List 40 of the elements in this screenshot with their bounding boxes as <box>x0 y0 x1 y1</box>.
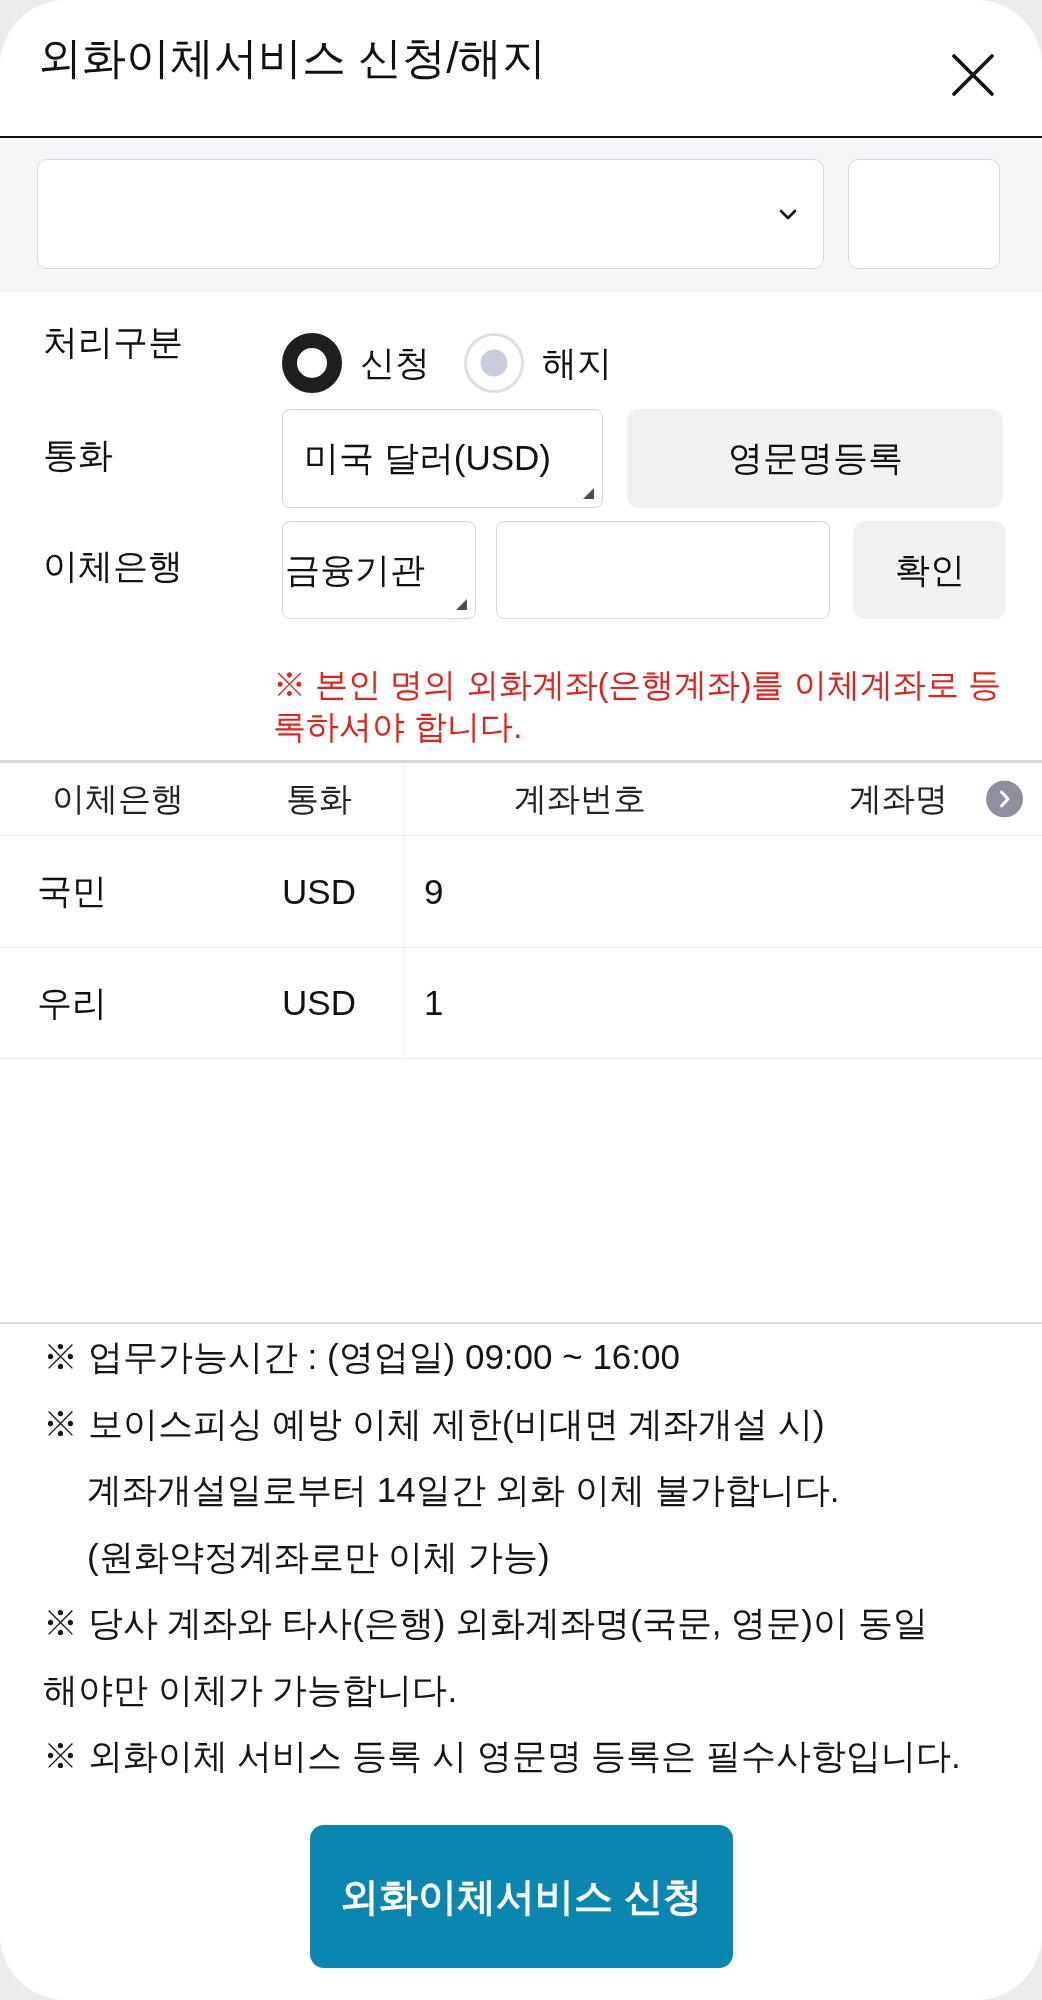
column-header: 계좌번호 <box>513 778 646 819</box>
radio-label: 해지 <box>542 341 612 384</box>
register-name-button[interactable]: 영문명등록 <box>627 409 1003 508</box>
field-label: 이체은행 <box>43 545 184 587</box>
note-text: ※ 외화이체 서비스 등록 시 영문명 등록은 필수사항입니다. <box>43 1735 962 1777</box>
dialog-title: 외화이체서비스 신청/해지 <box>38 32 547 84</box>
table-cell: 1 <box>424 983 444 1023</box>
radio-label: 신청 <box>360 341 430 384</box>
warning-text: ※ 본인 명의 외화계좌(은행계좌)를 이체계좌로 등록하셔야 합니다. <box>273 665 1002 747</box>
note-text: ※ 당사 계좌와 타사(은행) 외화계좌명(국문, 영문)이 동일 <box>43 1602 929 1644</box>
note-text: 계좌개설일로부터 14일간 외화 이체 불가합니다. <box>86 1469 841 1511</box>
close-icon <box>952 54 994 96</box>
input-field[interactable] <box>848 159 1000 269</box>
chevron-right-icon[interactable] <box>986 780 1023 818</box>
field-label: 통화 <box>43 433 114 476</box>
input-field[interactable] <box>496 521 830 619</box>
chevron-down-icon <box>779 208 797 220</box>
confirm-button[interactable]: 확인 <box>853 521 1006 619</box>
column-header: 통화 <box>286 778 352 819</box>
currency-select[interactable]: 미국 달러(USD) <box>282 409 603 508</box>
table-cell: USD <box>282 983 356 1023</box>
note-text: ※ 보이스피싱 예방 이체 제한(비대면 계좌개설 시) <box>43 1402 826 1445</box>
triangle-icon <box>583 488 594 499</box>
submit-button[interactable]: 외화이체서비스 신청 <box>309 1825 733 1968</box>
radio-option[interactable]: 해지 <box>464 333 612 393</box>
field-label: 처리구분 <box>43 321 184 363</box>
table-cell-text: 국민 <box>37 870 107 912</box>
table-cell-text: 우리 <box>37 981 107 1024</box>
account-select[interactable] <box>37 159 824 269</box>
radio-option[interactable]: 신청 <box>282 333 430 393</box>
bank-select[interactable]: 금융기관 <box>282 521 476 619</box>
column-header: 계좌명 <box>849 778 948 819</box>
table-cell: 9 <box>424 871 444 912</box>
close-button[interactable] <box>950 52 996 98</box>
note-text: 해야만 이체가 가능합니다. <box>43 1668 459 1711</box>
note-text: ※ 업무가능시간 : (영업일) 09:00 ~ 16:00 <box>43 1336 681 1378</box>
note-text: (원화약정계좌로만 이체 가능) <box>86 1535 551 1578</box>
column-header: 이체은행 <box>51 778 184 819</box>
triangle-icon <box>456 599 467 610</box>
table-cell: USD <box>282 871 356 912</box>
